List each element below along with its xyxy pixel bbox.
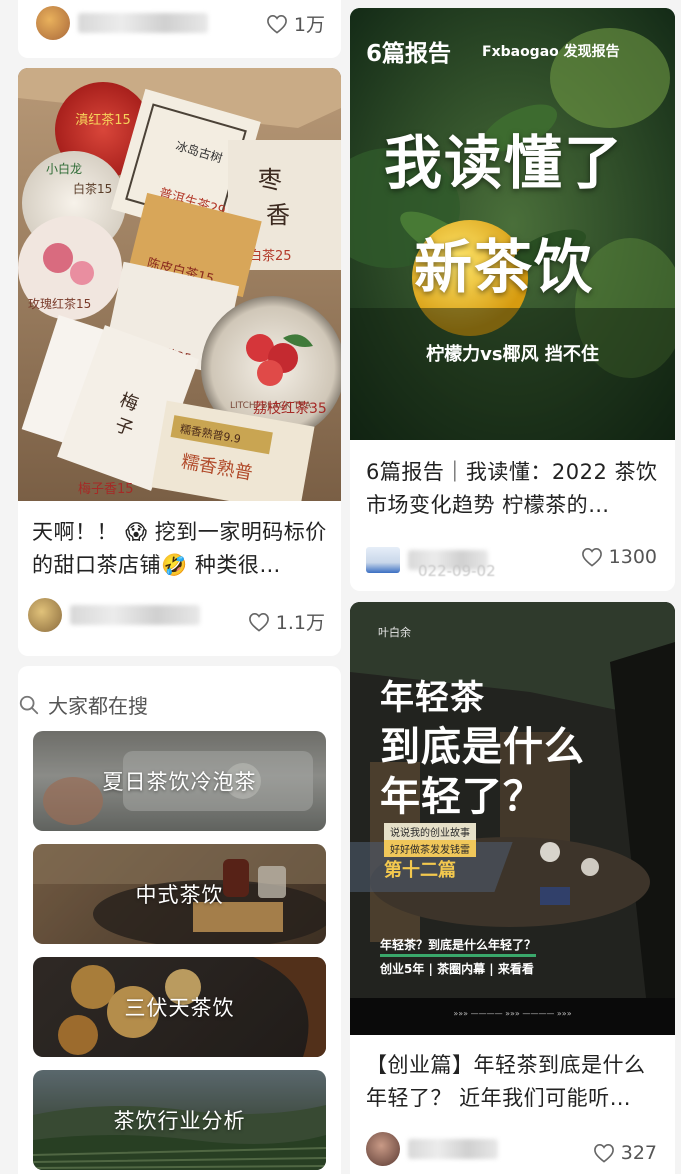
heading-text: 大家都在搜 [48, 694, 148, 718]
like-button[interactable]: 327 [593, 1142, 657, 1164]
box-calligraphy: 枣 [258, 166, 282, 194]
cover-tag-2: 好好做茶发发钱雷 [384, 840, 476, 857]
search-tile-dog-days[interactable]: 三伏天茶饮 [33, 957, 326, 1057]
cover-headline-2: 新茶饮 [414, 233, 595, 301]
author-name-blurred[interactable] [70, 605, 200, 625]
post-date: 022-09-02 [418, 562, 496, 580]
tile-label: 茶饮行业分析 [33, 1070, 326, 1170]
post-title[interactable]: 天啊！！ 😱 挖到一家明码标价的甜口茶店铺🤣 种类很… [32, 516, 332, 582]
search-icon [19, 695, 39, 714]
tile-label: 三伏天茶饮 [33, 957, 326, 1057]
cover-bottom-2: 创业5年 | 茶圈内幕 | 来看看 [380, 962, 534, 976]
cover-headline-1: 年轻茶 [380, 678, 485, 718]
author-row [36, 6, 208, 40]
avatar[interactable] [28, 598, 62, 632]
avatar[interactable] [366, 547, 400, 573]
search-tile-industry[interactable]: 茶饮行业分析 [33, 1070, 326, 1170]
tile-label: 夏日茶饮冷泡茶 [33, 731, 326, 831]
cake-label: 白茶15 [73, 181, 112, 196]
cover-brand: 叶白余 [378, 626, 411, 639]
avatar[interactable] [36, 6, 70, 40]
cover-bottom-1: 年轻茶？到底是什么年轻了？ [380, 936, 537, 957]
trending-search-heading: 大家都在搜 [18, 690, 148, 719]
heart-icon [593, 1143, 614, 1163]
cover-image[interactable]: 叶白余 年轻茶 到底是什么 年轻了？ 说说我的创业故事 好好做茶发发钱雷 第十二… [350, 602, 675, 1035]
report-tag: 6篇报告 [366, 41, 452, 67]
cake-label: 滇红茶15 [75, 112, 131, 128]
feed-card-report[interactable]: 6篇报告 Fxbaogao 发现报告 我读懂了 新茶饮 柠檬力vs椰风 挡不住 … [350, 8, 675, 591]
cover-headline-3: 年轻了？ [380, 774, 544, 820]
avatar[interactable] [366, 1132, 400, 1166]
author-name-blurred[interactable] [78, 13, 208, 33]
like-button[interactable]: 1万 [266, 10, 325, 37]
cover-arrows: »»» ———— »»» ———— »»» [453, 1009, 572, 1018]
cake-label: 小白龙 [46, 161, 82, 176]
heart-icon [581, 547, 602, 567]
heart-icon [248, 612, 269, 632]
like-count: 327 [620, 1142, 657, 1164]
cover-chapter: 第十二篇 [384, 860, 456, 881]
feed-card-young-tea[interactable]: 叶白余 年轻茶 到底是什么 年轻了？ 说说我的创业故事 好好做茶发发钱雷 第十二… [350, 602, 675, 1174]
cover-headline-1: 我读懂了 [384, 129, 625, 197]
post-title[interactable]: 6篇报告｜我读懂：2022 茶饮市场变化趋势 柠檬茶的… [366, 456, 664, 522]
cake-label: 玫瑰红茶15 [28, 296, 91, 311]
like-count: 1.1万 [275, 612, 325, 634]
cover-image[interactable]: 6篇报告 Fxbaogao 发现报告 我读懂了 新茶饮 柠檬力vs椰风 挡不住 [350, 8, 675, 440]
search-tile-cold-brew[interactable]: 夏日茶饮冷泡茶 [33, 731, 326, 831]
author-row: 022-09-02 [366, 540, 496, 580]
author-name-blurred[interactable] [408, 1139, 498, 1159]
cover-tag-1: 说说我的创业故事 [384, 823, 476, 840]
heart-icon [266, 14, 287, 34]
tile-label: 中式茶饮 [33, 844, 326, 944]
author-row [28, 598, 200, 632]
author-row [366, 1132, 498, 1166]
box-calligraphy: 香 [266, 201, 290, 229]
pack-label: 梅子香15 [78, 482, 134, 497]
like-count: 1万 [293, 14, 325, 36]
like-count: 1300 [608, 546, 657, 568]
search-tile-chinese-tea[interactable]: 中式茶饮 [33, 844, 326, 944]
cover-image[interactable]: 滇红茶15 小白龙 白茶15 玫瑰红茶15 冰岛古树 普洱生茶29 枣 香 枣香… [18, 68, 341, 501]
cover-subline: 柠檬力vs椰风 挡不住 [426, 344, 599, 365]
feed-card-tea-box[interactable]: 滇红茶15 小白龙 白茶15 玫瑰红茶15 冰岛古树 普洱生茶29 枣 香 枣香… [18, 68, 341, 656]
tin-label: 荔枝红茶35 [253, 401, 327, 417]
post-title[interactable]: 【创业篇】年轻茶到底是什么年轻了？ 近年我们可能听… [366, 1049, 664, 1115]
tea-box-photo: 滇红茶15 小白龙 白茶15 玫瑰红茶15 冰岛古树 普洱生茶29 枣 香 枣香… [18, 68, 341, 501]
feed-card-top-left[interactable]: 1万 [18, 0, 341, 58]
report-brand: Fxbaogao 发现报告 [482, 44, 620, 60]
like-button[interactable]: 1300 [581, 546, 657, 568]
like-button[interactable]: 1.1万 [248, 608, 325, 635]
